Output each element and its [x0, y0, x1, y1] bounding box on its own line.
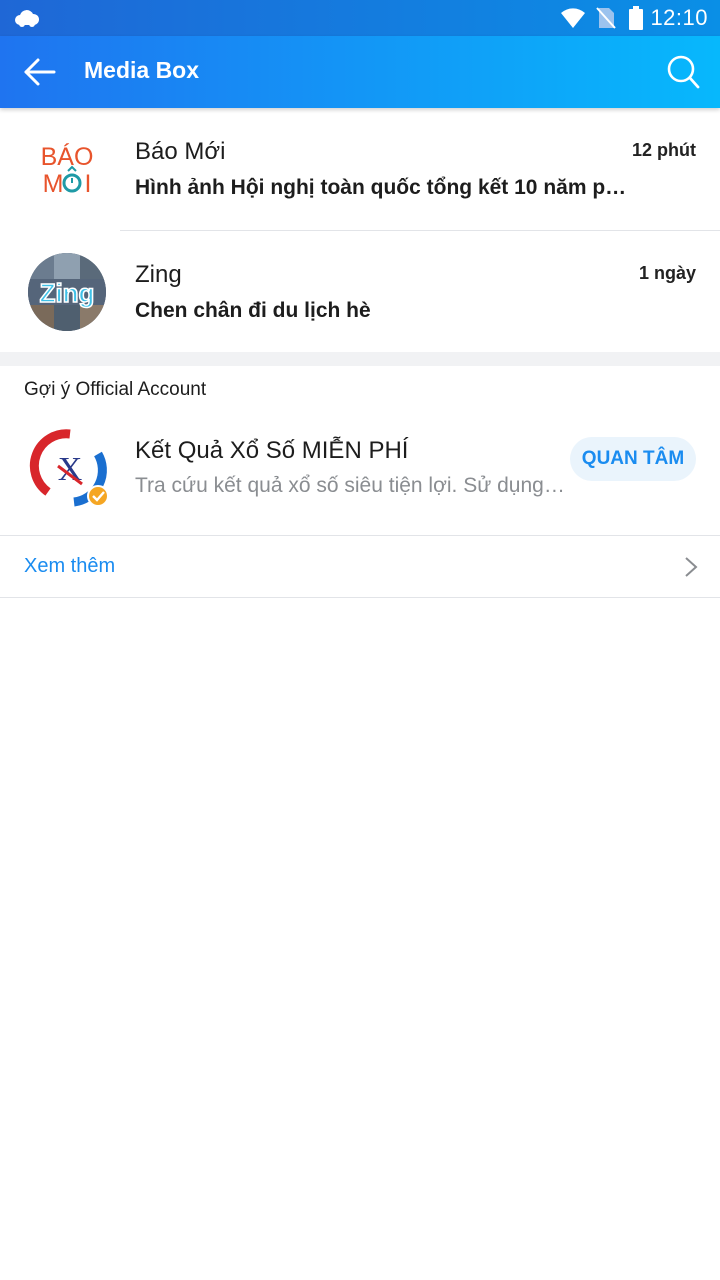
svg-text:Zing: Zing: [40, 278, 95, 308]
svg-text:M: M: [43, 170, 64, 198]
section-separator: [0, 352, 720, 366]
status-time: 12:10: [650, 5, 708, 30]
app-bar: Media Box: [0, 36, 720, 108]
svg-text:BÁO: BÁO: [41, 142, 94, 171]
oa-suggestion-item[interactable]: X Kết Quả Xổ Số MIỄN PHÍ Tra cứu kết quả…: [0, 410, 720, 535]
oa-name: Kết Quả Xổ Số MIỄN PHÍ: [135, 437, 409, 464]
item-name: Báo Mới: [135, 138, 226, 165]
status-bar: 12:10: [0, 0, 720, 36]
section-title: Gợi ý Official Account: [24, 379, 207, 400]
chevron-right-icon: [685, 557, 698, 577]
item-time: 12 phút: [631, 140, 696, 160]
no-sim-icon: [596, 7, 616, 29]
item-name: Zing: [135, 261, 182, 288]
follow-button[interactable]: QUAN TÂM: [570, 437, 696, 481]
oa-description: Tra cứu kết quả xổ số siêu tiện lợi. Sử …: [135, 474, 565, 497]
xo-so-logo: X: [28, 426, 112, 510]
search-icon[interactable]: [666, 54, 700, 90]
item-message: Chen chân đi du lịch hè: [135, 299, 371, 322]
list-item[interactable]: BÁO M I Báo Mới 12 phút Hình ảnh Hội ngh…: [0, 108, 720, 230]
zing-logo: Zing: [28, 253, 106, 331]
bao-moi-logo: BÁO M I: [28, 130, 106, 208]
see-more-row[interactable]: Xem thêm: [0, 536, 720, 598]
page-title: Media Box: [84, 57, 200, 83]
item-message: Hình ảnh Hội nghị toàn quốc tổng kết 10 …: [135, 176, 635, 199]
wifi-icon: [561, 8, 585, 28]
svg-text:I: I: [85, 170, 92, 198]
back-arrow-icon[interactable]: [22, 56, 58, 88]
see-more-label: Xem thêm: [24, 555, 116, 577]
battery-icon: [629, 6, 643, 30]
cloud-icon: [15, 10, 40, 27]
divider: [0, 597, 720, 598]
list-item[interactable]: Zing Zing 1 ngày Chen chân đi du lịch hè: [0, 231, 720, 353]
item-time: 1 ngày: [638, 263, 696, 283]
